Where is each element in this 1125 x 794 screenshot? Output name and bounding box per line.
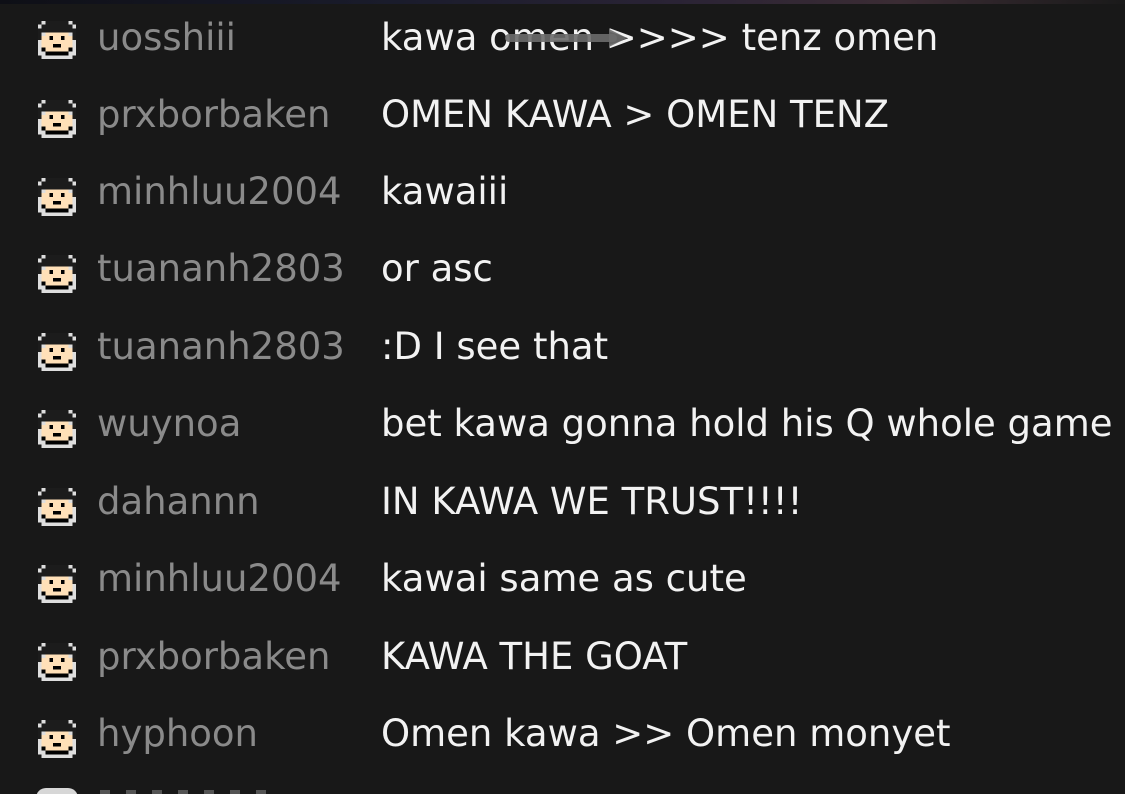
chat-message-text: or asc	[381, 247, 493, 290]
user-avatar-icon[interactable]	[34, 17, 80, 63]
user-avatar-icon[interactable]	[34, 406, 80, 452]
chat-message: prxborbaken KAWA THE GOAT	[0, 619, 1125, 696]
chat-message: wuynoa bet kawa gonna hold his Q whole g…	[0, 387, 1125, 464]
chat-username-partial	[100, 790, 280, 794]
chat-message-text: kawa omen >>>> tenz omen	[381, 16, 939, 59]
arrow-emote-icon	[505, 29, 645, 47]
chat-window: uosshiii kawa omen >>>> tenz omen prxbor…	[0, 0, 1125, 794]
user-avatar-icon[interactable]	[34, 329, 80, 375]
chat-message: prxborbaken OMEN KAWA > OMEN TENZ	[0, 77, 1125, 154]
chat-message: tuananh2803 or asc	[0, 232, 1125, 309]
chat-username[interactable]: dahannn	[97, 480, 260, 524]
chat-message-partial	[0, 786, 1125, 794]
chat-message-text: Omen kawa >> Omen monyet	[381, 712, 951, 755]
chat-username[interactable]: wuynoa	[97, 402, 241, 446]
chat-message-text: kawaiii	[381, 170, 509, 213]
user-avatar-icon[interactable]	[34, 96, 80, 142]
chat-username[interactable]: tuananh2803	[97, 325, 345, 369]
chat-username[interactable]: minhluu2004	[97, 557, 342, 601]
user-avatar-icon[interactable]	[34, 561, 80, 607]
chat-username[interactable]: prxborbaken	[97, 635, 330, 679]
chat-username[interactable]: tuananh2803	[97, 247, 345, 291]
chat-message-text: bet kawa gonna hold his Q whole game	[381, 402, 1113, 445]
chat-message: dahannn IN KAWA WE TRUST!!!!	[0, 464, 1125, 541]
user-avatar-icon[interactable]	[34, 174, 80, 220]
chat-message-text: KAWA THE GOAT	[381, 635, 688, 678]
chat-username[interactable]: prxborbaken	[97, 93, 330, 137]
user-avatar-icon[interactable]	[34, 716, 80, 762]
chat-username[interactable]: uosshiii	[97, 16, 236, 60]
chat-message-text: :D I see that	[381, 325, 609, 368]
chat-message-text: OMEN KAWA > OMEN TENZ	[381, 93, 890, 136]
chat-message: minhluu2004 kawaiii	[0, 154, 1125, 231]
user-avatar-icon[interactable]	[34, 484, 80, 530]
chat-message: uosshiii kawa omen >>>> tenz omen	[0, 0, 1125, 77]
chat-message-text: kawai same as cute	[381, 557, 747, 600]
chat-message: hyphoon Omen kawa >> Omen monyet	[0, 697, 1125, 774]
user-avatar-icon	[36, 788, 78, 794]
chat-message: tuananh2803 :D I see that	[0, 309, 1125, 386]
user-avatar-icon[interactable]	[34, 251, 80, 297]
chat-username[interactable]: minhluu2004	[97, 170, 342, 214]
chat-username[interactable]: hyphoon	[97, 712, 258, 756]
user-avatar-icon[interactable]	[34, 639, 80, 685]
chat-message-text: IN KAWA WE TRUST!!!!	[381, 480, 803, 523]
chat-message: minhluu2004 kawai same as cute	[0, 542, 1125, 619]
